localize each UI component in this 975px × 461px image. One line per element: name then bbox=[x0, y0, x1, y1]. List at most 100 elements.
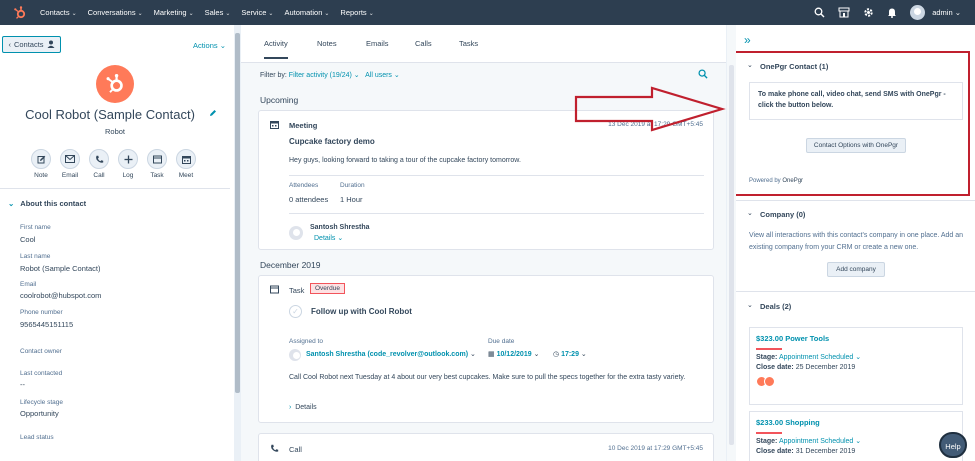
calendar-icon bbox=[176, 149, 196, 169]
prop-value-last-contacted: -- bbox=[20, 380, 25, 389]
calendar-icon bbox=[270, 120, 279, 131]
email-action[interactable]: Email bbox=[60, 149, 80, 179]
filter-users-dropdown[interactable]: All users ⌄ bbox=[365, 72, 400, 79]
contact-avatar[interactable] bbox=[96, 65, 134, 103]
task-icon bbox=[147, 149, 167, 169]
prop-value-lifecycle[interactable]: Opportunity bbox=[20, 409, 59, 418]
gear-icon[interactable] bbox=[863, 7, 874, 18]
nav-automation[interactable]: Automation ⌄ bbox=[284, 8, 329, 17]
chevron-down-icon[interactable]: ⌄ bbox=[747, 209, 753, 217]
avatar bbox=[764, 376, 775, 387]
marketplace-icon[interactable] bbox=[838, 7, 850, 18]
phone-icon bbox=[89, 149, 109, 169]
due-time-picker[interactable]: ◷ 17:29 ⌄ bbox=[553, 350, 587, 358]
about-section-toggle[interactable]: ⌄ About this contact bbox=[8, 199, 86, 208]
middle-scrollbar-thumb[interactable] bbox=[729, 65, 734, 445]
search-icon[interactable] bbox=[814, 7, 825, 18]
user-avatar[interactable] bbox=[910, 5, 926, 20]
add-company-button[interactable]: Add company bbox=[827, 262, 885, 277]
duration-label: Duration bbox=[340, 182, 365, 189]
tab-emails[interactable]: Emails bbox=[366, 39, 389, 48]
nav-contacts[interactable]: Contacts ⌄ bbox=[40, 8, 77, 17]
prop-label-lead-status: Lead status bbox=[20, 434, 54, 441]
help-button[interactable]: Help bbox=[939, 432, 967, 458]
assignee-dropdown[interactable]: Santosh Shrestha (code_revolver@outlook.… bbox=[306, 350, 476, 358]
nav-sales[interactable]: Sales ⌄ bbox=[205, 8, 231, 17]
call-action[interactable]: Call bbox=[89, 149, 109, 179]
prop-value-last-name[interactable]: Robot (Sample Contact) bbox=[20, 264, 100, 273]
due-date-picker[interactable]: ▦ 10/12/2019 ⌄ bbox=[488, 350, 539, 358]
nav-service[interactable]: Service ⌄ bbox=[241, 8, 273, 17]
deal-stage-label: Stage: bbox=[756, 438, 778, 445]
complete-task-checkbox[interactable]: ✓ bbox=[289, 305, 302, 318]
left-scrollbar[interactable] bbox=[234, 25, 241, 461]
middle-scrollbar[interactable] bbox=[726, 25, 736, 461]
deal-close-label: Close date: bbox=[756, 364, 794, 371]
prop-label-email: Email bbox=[20, 281, 37, 288]
nav-marketing[interactable]: Marketing ⌄ bbox=[154, 8, 194, 17]
organizer-avatar bbox=[289, 226, 303, 240]
envelope-icon bbox=[60, 149, 80, 169]
back-to-contacts-button[interactable]: ‹ Contacts bbox=[2, 36, 61, 53]
nav-conversations[interactable]: Conversations ⌄ bbox=[88, 8, 143, 17]
call-date: 10 Dec 2019 at 17:29 GMT+5:45 bbox=[608, 445, 703, 452]
deal-name[interactable]: $233.00 Shopping bbox=[756, 418, 956, 427]
highlight-box bbox=[736, 51, 970, 196]
prop-value-first-name[interactable]: Cool bbox=[20, 235, 35, 244]
deal-card[interactable]: $323.00 Power Tools Stage: Appointment S… bbox=[749, 327, 963, 405]
tab-activity[interactable]: Activity bbox=[264, 39, 288, 59]
meet-action[interactable]: Meet bbox=[176, 149, 196, 179]
bell-icon[interactable] bbox=[887, 7, 897, 18]
deal-avatars bbox=[756, 376, 956, 387]
pencil-icon[interactable] bbox=[209, 109, 217, 119]
filter-activity-dropdown[interactable]: Filter activity (19/24) ⌄ bbox=[289, 72, 360, 79]
meeting-details-toggle[interactable]: Details ⌄ bbox=[314, 234, 343, 242]
deal-card[interactable]: $233.00 Shopping Stage: Appointment Sche… bbox=[749, 411, 963, 461]
prop-label-first-name: First name bbox=[20, 224, 51, 231]
right-sidebar: » ⌄ OnePgr Contact (1) To make phone cal… bbox=[736, 25, 975, 461]
log-action[interactable]: Log bbox=[118, 149, 138, 179]
tab-tasks[interactable]: Tasks bbox=[459, 39, 478, 48]
deal-stage-dropdown[interactable]: Appointment Scheduled ⌄ bbox=[779, 438, 861, 445]
call-label: Call bbox=[93, 172, 105, 179]
chevron-down-icon[interactable]: ⌄ bbox=[747, 301, 753, 309]
attendees-label: Attendees bbox=[289, 182, 319, 189]
company-description: View all interactions with this contact'… bbox=[749, 232, 964, 251]
note-action[interactable]: Note bbox=[31, 149, 51, 179]
chevron-down-icon[interactable]: ⌄ bbox=[747, 61, 753, 69]
meeting-type: Meeting bbox=[289, 121, 318, 130]
powered-by-prefix: Powered by bbox=[749, 178, 781, 184]
tab-calls[interactable]: Calls bbox=[415, 39, 432, 48]
deal-name[interactable]: $323.00 Power Tools bbox=[756, 334, 956, 343]
clock-icon: ◷ bbox=[553, 351, 560, 358]
deal-stage: Stage: Appointment Scheduled ⌄ bbox=[756, 437, 956, 445]
contact-sidebar: ‹ Contacts Actions ⌄ Cool Robot (Sample … bbox=[0, 25, 234, 461]
user-menu[interactable]: admin ⌄ bbox=[932, 8, 961, 17]
onepgr-contact-options-button[interactable]: Contact Options with OnePgr bbox=[806, 138, 906, 153]
call-card[interactable]: Call 10 Dec 2019 at 17:29 GMT+5:45 bbox=[258, 433, 714, 461]
deals-section-title[interactable]: Deals (2) bbox=[760, 302, 791, 311]
task-type: Task bbox=[289, 286, 305, 295]
prop-value-phone[interactable]: 9565445151115 bbox=[20, 320, 73, 329]
section-divider bbox=[736, 200, 975, 201]
left-scrollbar-thumb[interactable] bbox=[235, 33, 240, 393]
double-chevron-right-icon[interactable]: » bbox=[744, 33, 751, 47]
company-section-title[interactable]: Company (0) bbox=[760, 210, 805, 219]
nav-reports[interactable]: Reports ⌄ bbox=[340, 8, 373, 17]
deal-close-label: Close date: bbox=[756, 448, 794, 455]
hubspot-logo-icon[interactable] bbox=[0, 0, 40, 25]
onepgr-section-title[interactable]: OnePgr Contact (1) bbox=[760, 62, 828, 71]
tab-notes[interactable]: Notes bbox=[317, 39, 337, 48]
deal-close-value: 25 December 2019 bbox=[795, 364, 856, 371]
chevron-down-icon: ⌄ bbox=[8, 199, 15, 208]
prop-label-owner: Contact owner bbox=[20, 348, 62, 355]
filter-bar: Filter by: Filter activity (19/24) ⌄ All… bbox=[260, 71, 400, 79]
task-card[interactable]: Task Overdue ✓ Follow up with Cool Robot… bbox=[258, 275, 714, 423]
task-action[interactable]: Task bbox=[147, 149, 167, 179]
search-icon[interactable] bbox=[698, 69, 708, 81]
prop-value-email[interactable]: coolrobot@hubspot.com bbox=[20, 291, 101, 300]
task-details-toggle[interactable]: › Details bbox=[289, 404, 317, 411]
deal-stage-dropdown[interactable]: Appointment Scheduled ⌄ bbox=[779, 354, 861, 361]
actions-dropdown[interactable]: Actions ⌄ bbox=[193, 41, 226, 50]
assigned-label: Assigned to bbox=[289, 338, 323, 345]
